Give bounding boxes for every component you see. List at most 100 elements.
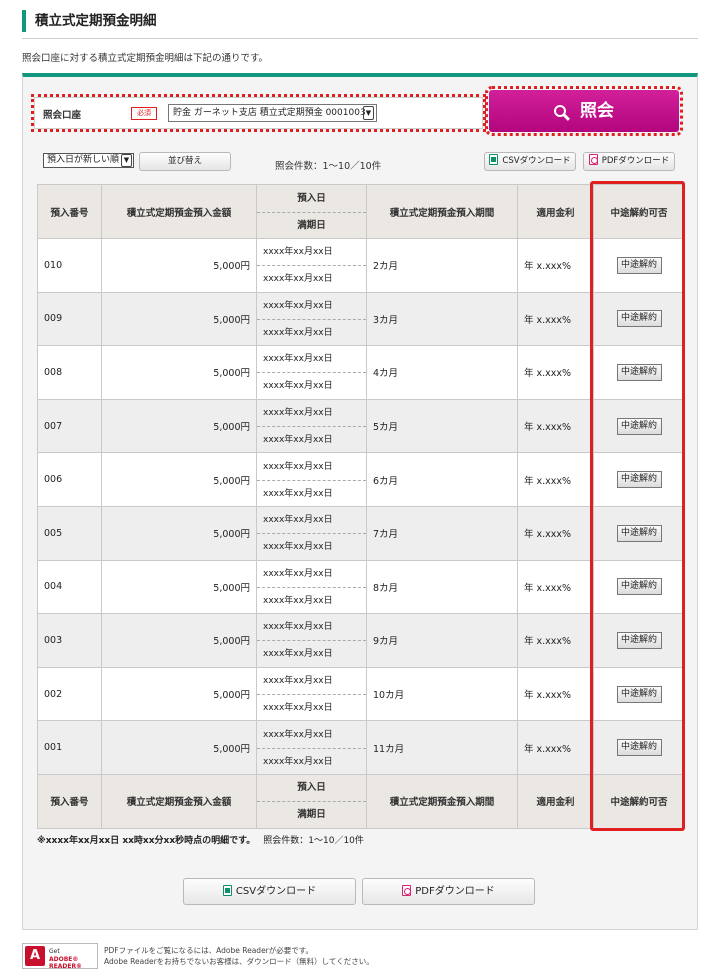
cell-maturity-date: xxxx年xx月xx日	[257, 694, 366, 720]
early-cancel-button[interactable]: 中途解約	[616, 363, 662, 381]
csv-download-button-top[interactable]: CSVダウンロード	[484, 152, 576, 171]
account-select[interactable]: 貯金 ガーネット支店 積立式定期預金 0001003 ▼	[168, 104, 377, 122]
csv-download-button[interactable]: CSVダウンロード	[183, 878, 356, 905]
cell-amount: 5,000円	[101, 666, 257, 722]
early-cancel-button[interactable]: 中途解約	[616, 631, 662, 649]
cell-deposit-date: xxxx年xx月xx日	[263, 300, 333, 311]
csv-download-label: CSVダウンロード	[235, 886, 317, 897]
header-deposit-date: 預入日	[297, 782, 326, 794]
adobe-reader-note: PDFファイルをご覧になるには、Adobe Readerが必要です。 Adobe…	[104, 945, 374, 967]
cell-deposit-date: xxxx年xx月xx日	[263, 729, 333, 740]
cell-number: 008	[37, 345, 102, 400]
header-period: 積立式定期預金預入期間	[366, 184, 518, 239]
table-row: 002 5,000円 xxxx年xx月xx日 xxxx年xx月xx日 10カ月年 x.x…	[37, 666, 685, 722]
cell-amount: 5,000円	[101, 720, 257, 775]
pdf-file-icon	[402, 885, 412, 896]
adobe-badge-get: Get	[49, 948, 60, 955]
cell-maturity-date: xxxx年xx月xx日	[257, 372, 366, 398]
early-cancel-button[interactable]: 中途解約	[616, 739, 662, 757]
cell-period: 7カ月	[366, 505, 518, 561]
cell-rate: 年 x.xxx%	[517, 720, 594, 775]
adobe-note-line2: Adobe Readerをお持ちでないお客様は、ダウンロード（無料）してください…	[104, 957, 374, 966]
cell-maturity-date: xxxx年xx月xx日	[257, 586, 366, 613]
cell-deposit-date: xxxx年xx月xx日	[263, 622, 333, 633]
cell-dates: xxxx年xx月xx日 xxxx年xx月xx日	[256, 613, 367, 668]
early-cancel-button[interactable]: 中途解約	[616, 524, 662, 542]
header-cancel: 中途解約可否	[593, 184, 685, 239]
cell-cancel: 中途解約	[593, 505, 685, 561]
inquiry-button[interactable]: 照会	[485, 86, 683, 136]
cell-dates: xxxx年xx月xx日 xxxx年xx月xx日	[256, 559, 367, 615]
cell-deposit-date: xxxx年xx月xx日	[263, 461, 333, 472]
cell-period: 8カ月	[366, 559, 518, 615]
early-cancel-button[interactable]: 中途解約	[616, 417, 662, 435]
header-maturity-date: 満期日	[257, 801, 366, 827]
header-rate: 適用金利	[517, 773, 594, 829]
cell-dates: xxxx年xx月xx日 xxxx年xx月xx日	[256, 238, 367, 293]
table-row: 010 5,000円 xxxx年xx月xx日 xxxx年xx月xx日 2カ月年 x.xx…	[37, 238, 685, 293]
table-row: 005 5,000円 xxxx年xx月xx日 xxxx年xx月xx日 7カ月年 x.xx…	[37, 505, 685, 561]
pdf-download-button[interactable]: PDFダウンロード	[362, 878, 535, 905]
early-cancel-button[interactable]: 中途解約	[616, 310, 662, 328]
cell-number: 004	[37, 559, 102, 615]
header-dates: 預入日 満期日	[256, 184, 367, 239]
get-adobe-reader-link[interactable]: A Get ADOBE® READER®	[22, 943, 98, 970]
cell-amount: 5,000円	[101, 559, 257, 615]
cell-rate: 年 x.xxx%	[517, 345, 594, 400]
sort-button[interactable]: 並び替え	[139, 152, 231, 171]
early-cancel-button[interactable]: 中途解約	[616, 256, 662, 274]
cell-period: 2カ月	[366, 238, 518, 293]
cell-period: 11カ月	[366, 720, 518, 775]
cell-cancel: 中途解約	[593, 720, 685, 775]
as-of-note: ※xxxx年xx月xx日 xx時xx分xx秒時点の明細です。	[37, 836, 256, 846]
result-count: 照会件数：1〜10／10件	[275, 161, 382, 172]
cell-amount: 5,000円	[101, 452, 257, 507]
cell-deposit-date: xxxx年xx月xx日	[263, 408, 333, 419]
cell-cancel: 中途解約	[593, 559, 685, 615]
cell-amount: 5,000円	[101, 505, 257, 561]
cell-number: 001	[37, 720, 102, 775]
cell-rate: 年 x.xxx%	[517, 452, 594, 507]
account-selector-area: 照会口座 必須 貯金 ガーネット支店 積立式定期預金 0001003 ▼	[31, 94, 486, 132]
cell-period: 9カ月	[366, 613, 518, 668]
pdf-download-label: PDFダウンロード	[601, 156, 670, 166]
chevron-down-icon: ▼	[363, 106, 374, 120]
chevron-down-icon: ▼	[121, 154, 132, 167]
adobe-badge-name: ADOBE® READER®	[49, 956, 83, 970]
cell-period: 10カ月	[366, 666, 518, 722]
table-row: 001 5,000円 xxxx年xx月xx日 xxxx年xx月xx日 11カ月年 x.x…	[37, 720, 685, 775]
cell-deposit-date: xxxx年xx月xx日	[263, 676, 333, 687]
cell-period: 6カ月	[366, 452, 518, 507]
header-period: 積立式定期預金預入期間	[366, 773, 518, 829]
adobe-note-line1: PDFファイルをご覧になるには、Adobe Readerが必要です。	[104, 946, 314, 955]
early-cancel-button[interactable]: 中途解約	[616, 578, 662, 596]
table-row: 003 5,000円 xxxx年xx月xx日 xxxx年xx月xx日 9カ月年 x.xx…	[37, 613, 685, 668]
sort-order-select[interactable]: 預入日が新しい順 ▼	[43, 153, 134, 168]
cell-cancel: 中途解約	[593, 613, 685, 668]
cell-cancel: 中途解約	[593, 345, 685, 400]
table-footer-header-row: 預入番号 積立式定期預金預入金額 預入日 満期日 積立式定期預金預入期間 適用金…	[37, 773, 685, 829]
pdf-download-button-top[interactable]: PDFダウンロード	[583, 152, 675, 171]
table-row: 009 5,000円 xxxx年xx月xx日 xxxx年xx月xx日 3カ月年 x.xx…	[37, 291, 685, 347]
table-row: 008 5,000円 xxxx年xx月xx日 xxxx年xx月xx日 4カ月年 x.xx…	[37, 345, 685, 400]
deposit-details-table: 預入番号 積立式定期預金預入金額 預入日 満期日 積立式定期預金預入期間 適用金…	[37, 184, 685, 829]
table-header-row: 預入番号 積立式定期預金預入金額 預入日 満期日 積立式定期預金預入期間 適用金…	[37, 184, 685, 239]
pdf-download-label: PDFダウンロード	[415, 886, 495, 897]
header-amount: 積立式定期預金預入金額	[101, 184, 257, 239]
cell-period: 3カ月	[366, 291, 518, 347]
early-cancel-button[interactable]: 中途解約	[616, 471, 662, 489]
cell-number: 006	[37, 452, 102, 507]
cell-number: 002	[37, 666, 102, 722]
cell-number: 003	[37, 613, 102, 668]
cell-cancel: 中途解約	[593, 291, 685, 347]
pdf-file-icon	[588, 154, 598, 165]
header-number: 預入番号	[37, 773, 102, 829]
csv-file-icon	[222, 885, 232, 896]
cell-rate: 年 x.xxx%	[517, 666, 594, 722]
header-dates: 預入日 満期日	[256, 773, 367, 829]
account-select-value: 貯金 ガーネット支店 積立式定期預金 0001003	[173, 108, 366, 118]
cell-dates: xxxx年xx月xx日 xxxx年xx月xx日	[256, 398, 367, 454]
early-cancel-button[interactable]: 中途解約	[616, 685, 662, 703]
cell-maturity-date: xxxx年xx月xx日	[257, 747, 366, 774]
cell-rate: 年 x.xxx%	[517, 238, 594, 293]
